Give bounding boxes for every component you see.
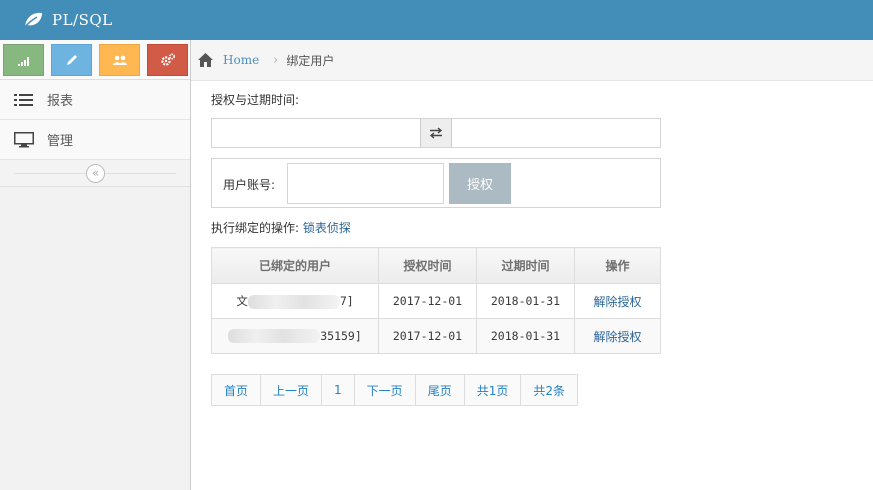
pager-prev-button[interactable]: 上一页 (261, 375, 323, 405)
home-icon (198, 53, 213, 67)
sidebar-shortcuts (0, 40, 190, 80)
user-name-suffix: 7] (339, 294, 354, 308)
action-cell: 解除授权 (574, 283, 661, 319)
double-chevron-left-icon[interactable]: « (86, 164, 105, 183)
table-header-row: 已绑定的用户 授权时间 过期时间 操作 (211, 247, 661, 284)
shortcut-settings-button[interactable] (147, 43, 188, 76)
chevron-right-icon: › (273, 52, 279, 68)
bound-user-cell: 文 7] (211, 283, 379, 319)
breadcrumb: Home › 绑定用户 (191, 40, 873, 81)
revoke-auth-link[interactable]: 解除授权 (593, 295, 641, 309)
redacted-text (247, 294, 340, 309)
pager-last-button[interactable]: 尾页 (415, 375, 465, 405)
auth-period-label: 授权与过期时间: (211, 93, 300, 107)
cogs-icon (160, 52, 175, 66)
bind-operation-label: 执行绑定的操作: (211, 221, 300, 235)
auth-date-cell: 2017-12-01 (378, 318, 477, 354)
auth-date-cell: 2017-12-01 (378, 283, 477, 319)
sidebar-item-label: 管理 (47, 134, 74, 149)
top-navbar: PL/SQL (0, 0, 873, 40)
exchange-icon (420, 119, 452, 147)
pager-total-records: 共2条 (521, 375, 577, 405)
user-name-prefix: 文 (236, 294, 248, 308)
breadcrumb-home-link[interactable]: Home (223, 53, 259, 67)
list-icon (14, 93, 33, 106)
bound-user-cell: 35159] (211, 318, 379, 354)
bound-users-table: 已绑定的用户 授权时间 过期时间 操作 文 7] 2017-12-01 2018-… (211, 247, 661, 354)
pagination: 首页 上一页 1 下一页 尾页 共1页 共2条 (211, 374, 578, 406)
account-input[interactable] (287, 163, 444, 204)
action-cell: 解除授权 (574, 318, 661, 354)
column-header: 操作 (574, 247, 661, 284)
expire-date-cell: 2018-01-31 (476, 318, 575, 354)
authorize-button[interactable]: 授权 (449, 163, 511, 204)
column-header[interactable]: 已绑定的用户 (211, 247, 379, 284)
date-range-picker (211, 118, 661, 148)
pager-total-pages: 共1页 (464, 375, 522, 405)
table-row: 文 7] 2017-12-01 2018-01-31 解除授权 (211, 283, 661, 319)
shortcut-users-button[interactable] (99, 43, 140, 76)
table-row: 35159] 2017-12-01 2018-01-31 解除授权 (211, 318, 661, 354)
sidebar-item-label: 报表 (47, 94, 74, 109)
end-date-input[interactable] (452, 119, 660, 147)
pencil-icon (66, 54, 77, 65)
breadcrumb-current: 绑定用户 (286, 53, 335, 68)
desktop-icon (14, 131, 34, 147)
authorize-form: 用户账号: 授权 (211, 158, 661, 208)
start-date-input[interactable] (212, 119, 420, 147)
account-label: 用户账号: (223, 178, 276, 192)
column-header[interactable]: 过期时间 (476, 247, 575, 284)
shortcut-edit-button[interactable] (51, 43, 92, 76)
column-header[interactable]: 授权时间 (378, 247, 477, 284)
sidebar-item-manage[interactable]: 管理 (0, 120, 190, 160)
sidebar-item-reports[interactable]: 报表 (0, 80, 190, 120)
bind-operation-link[interactable]: 锁表侦探 (303, 221, 351, 235)
sidebar-collapse-row: « (0, 160, 190, 187)
pager-page-number[interactable]: 1 (322, 375, 355, 405)
sidebar: 报表 管理 « (0, 40, 191, 490)
user-name-suffix: 35159] (320, 328, 362, 343)
signal-icon (17, 56, 29, 66)
expire-date-cell: 2018-01-31 (476, 283, 575, 319)
brand-title[interactable]: PL/SQL (52, 11, 113, 29)
revoke-auth-link[interactable]: 解除授权 (593, 330, 641, 344)
shortcut-stats-button[interactable] (3, 43, 44, 76)
leaf-logo-icon (23, 12, 42, 29)
pager-first-button[interactable]: 首页 (212, 375, 262, 405)
users-icon (112, 55, 127, 65)
bind-operation-row: 执行绑定的操作: 锁表侦探 (211, 219, 351, 236)
redacted-text (228, 329, 321, 344)
pager-next-button[interactable]: 下一页 (354, 375, 416, 405)
